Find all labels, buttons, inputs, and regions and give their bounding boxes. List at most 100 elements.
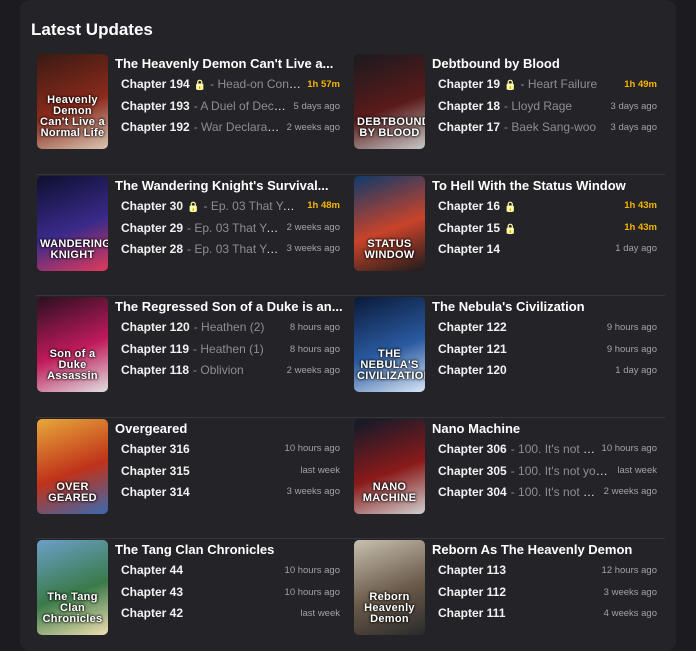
- chapter-number: Chapter 42: [121, 606, 184, 620]
- chapter-label: Chapter 28- Ep. 03 That Yea...: [115, 242, 281, 256]
- series-cover-image[interactable]: WANDERING KNIGHT: [37, 175, 108, 271]
- chapter-link[interactable]: Chapter 118- Oblivion 2 weeks ago: [115, 361, 343, 379]
- chapter-label: Chapter 118- Oblivion: [115, 363, 281, 377]
- cover-logo-text: NANO MACHINE: [362, 480, 417, 504]
- chapter-time: 1h 49m: [624, 78, 657, 90]
- chapter-number: Chapter 118: [121, 363, 190, 377]
- chapter-number: Chapter 120: [121, 320, 190, 334]
- chapter-name: - 100. It's not y...: [510, 441, 596, 456]
- chapter-label: Chapter 192- War Declaration: [115, 120, 281, 134]
- series-cover-image[interactable]: STATUS WINDOW: [354, 175, 425, 271]
- series-cover-image[interactable]: Heavenly Demon Can't Live a Normal Life: [37, 54, 108, 149]
- series-title-link[interactable]: The Tang Clan Chronicles: [115, 542, 343, 557]
- lock-icon: 🔒: [504, 201, 517, 213]
- section-title: Latest Updates: [31, 20, 153, 39]
- chapter-name: - War Declaration: [193, 120, 281, 134]
- chapter-name: - A Duel of Decisi...: [193, 99, 288, 113]
- chapter-name: - Head-on Confro...: [210, 77, 301, 91]
- series-cover-image[interactable]: DEBTBOUND BY BLOOD: [354, 54, 425, 149]
- chapter-time: last week: [617, 465, 657, 476]
- chapter-label: Chapter 314: [115, 485, 281, 499]
- chapter-label: Chapter 119- Heathen (1): [115, 342, 284, 356]
- chapter-label: Chapter 111: [432, 606, 598, 620]
- chapter-time: 3 weeks ago: [286, 486, 340, 497]
- chapter-link[interactable]: Chapter 316 10 hours ago: [115, 440, 343, 458]
- chapter-label: Chapter 42: [115, 606, 294, 620]
- chapter-link[interactable]: Chapter 44 10 hours ago: [115, 561, 343, 579]
- chapter-number: Chapter 30: [121, 198, 184, 213]
- chapter-link[interactable]: Chapter 113 12 hours ago: [432, 561, 660, 579]
- chapter-label: Chapter 44: [115, 563, 279, 577]
- chapter-name: - 100. It's not y...: [510, 484, 598, 499]
- cover-logo-text: OVER GEARED: [48, 480, 97, 504]
- chapter-link[interactable]: Chapter 306- 100. It's not y... 10 hours …: [432, 440, 660, 458]
- chapter-link[interactable]: Chapter 112 3 weeks ago: [432, 583, 660, 601]
- chapter-label: Chapter 113: [432, 563, 596, 577]
- cover-logo-text: Son of a Duke Assassin: [47, 348, 98, 382]
- series-title-link[interactable]: The Heavenly Demon Can't Live a...: [115, 56, 343, 71]
- chapter-link[interactable]: Chapter 305- 100. It's not you ... last w…: [432, 462, 660, 480]
- series-cover-image[interactable]: NANO MACHINE: [354, 418, 425, 514]
- chapter-link[interactable]: Chapter 42 last week: [115, 604, 343, 622]
- chapter-link[interactable]: Chapter 193- A Duel of Decisi... 5 days a…: [115, 97, 343, 115]
- series-cover-image[interactable]: OVER GEARED: [37, 418, 108, 514]
- chapter-number: Chapter 19: [438, 77, 501, 91]
- series-title-link[interactable]: Overgeared: [115, 421, 343, 436]
- chapter-link[interactable]: Chapter 192- War Declaration 2 weeks ago: [115, 118, 343, 136]
- chapter-link[interactable]: Chapter 30🔒- Ep. 03 That Year,... 1h 48m: [115, 197, 343, 215]
- chapter-link[interactable]: Chapter 122 9 hours ago: [432, 318, 660, 336]
- chapter-link[interactable]: Chapter 304- 100. It's not y... 2 weeks a…: [432, 483, 660, 501]
- series-card: Reborn Heavenly Demon Reborn As The Heave…: [353, 539, 665, 651]
- series-title-link[interactable]: Reborn As The Heavenly Demon: [432, 542, 660, 557]
- series-cover-image[interactable]: THE NEBULA'S CIVILIZATION: [354, 297, 425, 392]
- series-card: Son of a Duke Assassin The Regressed Son …: [36, 296, 353, 418]
- series-cover-image[interactable]: Son of a Duke Assassin: [37, 297, 108, 392]
- chapter-link[interactable]: Chapter 121 9 hours ago: [432, 340, 660, 358]
- series-title-link[interactable]: The Nebula's Civilization: [432, 299, 660, 314]
- chapter-time: 1 day ago: [615, 243, 657, 254]
- chapter-name: - Lloyd Rage: [504, 99, 573, 113]
- chapter-link[interactable]: Chapter 314 3 weeks ago: [115, 483, 343, 501]
- chapter-label: Chapter 16 🔒: [432, 199, 618, 213]
- chapter-time: 1h 57m: [307, 78, 340, 90]
- series-title-link[interactable]: The Regressed Son of a Duke is an...: [115, 299, 343, 314]
- chapter-link[interactable]: Chapter 43 10 hours ago: [115, 583, 343, 601]
- chapter-link[interactable]: Chapter 16 🔒 1h 43m: [432, 197, 660, 215]
- chapter-number: Chapter 28: [121, 241, 184, 256]
- series-cover-image[interactable]: The Tang Clan Chronicles: [37, 540, 108, 635]
- chapter-number: Chapter 17: [438, 120, 501, 134]
- chapter-link[interactable]: Chapter 29- Ep. 03 That Yea... 2 weeks ag…: [115, 219, 343, 237]
- chapter-link[interactable]: Chapter 120- Heathen (2) 8 hours ago: [115, 318, 343, 336]
- series-title-link[interactable]: To Hell With the Status Window: [432, 178, 660, 193]
- chapter-label: Chapter 315: [115, 464, 294, 478]
- series-cover-image[interactable]: Reborn Heavenly Demon: [354, 540, 425, 635]
- chapter-link[interactable]: Chapter 19 🔒 - Heart Failure 1h 49m: [432, 75, 660, 93]
- series-card: The Tang Clan Chronicles The Tang Clan Ch…: [36, 539, 353, 651]
- chapter-label: Chapter 30🔒- Ep. 03 That Year,...: [115, 199, 301, 213]
- chapter-link[interactable]: Chapter 15 🔒 1h 43m: [432, 219, 660, 237]
- chapter-label: Chapter 14: [432, 242, 609, 256]
- chapter-link[interactable]: Chapter 14 1 day ago: [432, 240, 660, 258]
- cover-logo-text: STATUS WINDOW: [364, 237, 415, 261]
- chapter-link[interactable]: Chapter 28- Ep. 03 That Yea... 3 weeks ag…: [115, 240, 343, 258]
- chapter-link[interactable]: Chapter 120 1 day ago: [432, 361, 660, 379]
- chapter-name: - Heart Failure: [520, 77, 598, 91]
- lock-icon: 🔒: [504, 80, 517, 91]
- series-title-link[interactable]: The Wandering Knight's Survival...: [115, 178, 343, 193]
- chapter-label: Chapter 29- Ep. 03 That Yea...: [115, 221, 281, 235]
- chapter-time: 10 hours ago: [601, 443, 657, 454]
- chapter-link[interactable]: Chapter 119- Heathen (1) 8 hours ago: [115, 340, 343, 358]
- chapter-number: Chapter 304: [438, 484, 507, 499]
- chapter-name: - Heathen (1): [193, 342, 264, 356]
- chapter-label: Chapter 19 🔒 - Heart Failure: [432, 77, 618, 91]
- chapter-link[interactable]: Chapter 111 4 weeks ago: [432, 604, 660, 622]
- chapter-link[interactable]: Chapter 18- Lloyd Rage 3 days ago: [432, 97, 660, 115]
- chapter-link[interactable]: Chapter 194🔒- Head-on Confro... 1h 57m: [115, 75, 343, 93]
- series-title-link[interactable]: Debtbound by Blood: [432, 56, 660, 71]
- chapter-link[interactable]: Chapter 17- Baek Sang-woo 3 days ago: [432, 118, 660, 136]
- chapter-link[interactable]: Chapter 315 last week: [115, 462, 343, 480]
- chapter-number: Chapter 119: [121, 342, 190, 356]
- chapter-number: Chapter 14: [438, 241, 501, 256]
- series-title-link[interactable]: Nano Machine: [432, 421, 660, 436]
- chapter-number: Chapter 305: [438, 463, 507, 478]
